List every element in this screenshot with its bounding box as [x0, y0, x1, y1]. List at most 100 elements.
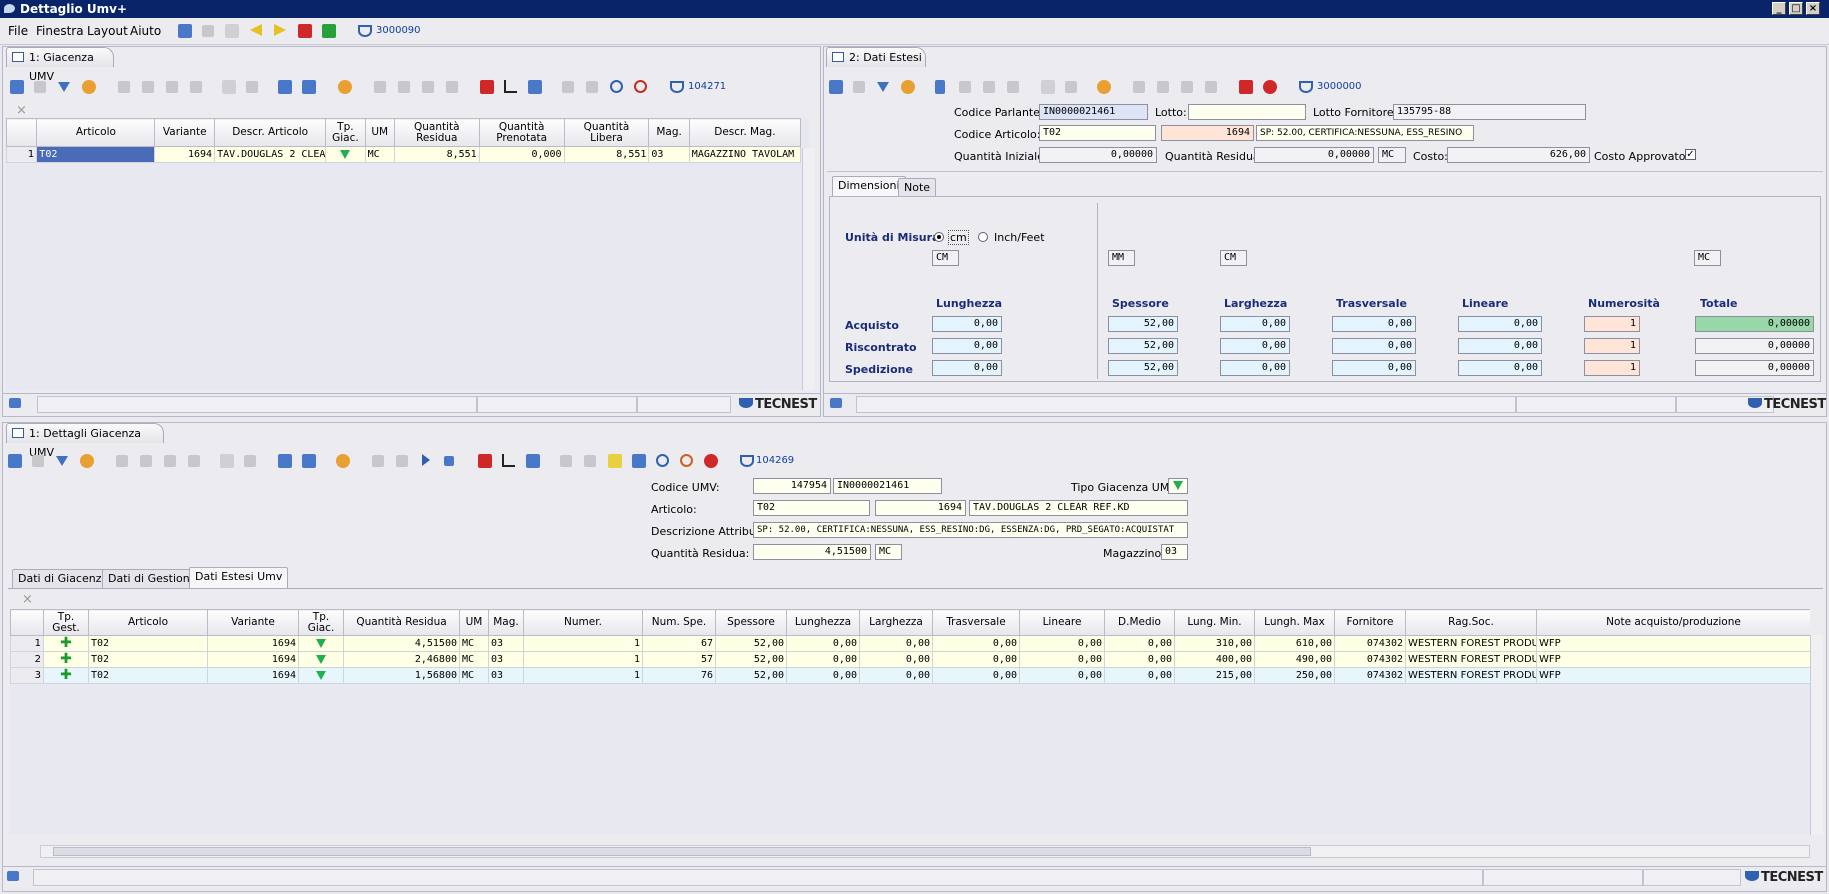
cell-trasversale[interactable]: 0,00 — [932, 635, 1020, 652]
cell-quantita-residua[interactable]: 4,51500 — [343, 635, 460, 652]
exit-icon[interactable] — [178, 24, 192, 38]
unit-totale-field[interactable]: MC — [1694, 250, 1721, 266]
cell-lungh-max[interactable]: 490,00 — [1254, 651, 1335, 668]
col-header-descr-mag[interactable]: Descr. Mag. — [688, 118, 802, 147]
col-header-d-medio[interactable]: D.Medio — [1104, 609, 1175, 636]
quantita-residua-field[interactable]: 4,51500 — [753, 544, 871, 560]
cell-variante[interactable]: 1694 — [154, 146, 216, 163]
quantita-residua-field[interactable]: 0,00000 — [1254, 147, 1374, 163]
spedizione-numerosita[interactable]: 1 — [1584, 360, 1640, 376]
col-header-num-spe[interactable]: Num. Spe. — [642, 609, 716, 636]
exit-icon[interactable] — [829, 80, 843, 94]
unit-lunghezza-field[interactable]: CM — [932, 250, 959, 266]
cell-quantita-libera[interactable]: 8,551 — [563, 146, 650, 163]
col-header-lung-min[interactable]: Lung. Min. — [1174, 609, 1255, 636]
refresh-icon[interactable] — [82, 80, 96, 94]
attributi-field[interactable]: SP: 52.00, CERTIFICA:NESSUNA, ESS_RESINO — [1256, 125, 1474, 141]
back-arrow-icon[interactable] — [250, 24, 262, 36]
col-header-spessore[interactable]: Spessore — [715, 609, 787, 636]
cell-larghezza[interactable]: 0,00 — [859, 651, 933, 668]
scrollbar-thumb[interactable] — [53, 847, 1311, 856]
cell-rag-soc[interactable]: WESTERN FOREST PRODU — [1405, 651, 1537, 668]
cell-mag[interactable]: 03 — [488, 667, 524, 684]
col-header-tp-giac[interactable]: Tp. Giac. — [325, 118, 366, 147]
col-header-tp-gest[interactable]: Tp. Gest. — [43, 609, 89, 636]
cell-lineare[interactable]: 0,00 — [1019, 667, 1105, 684]
pane1-vertical-scrollbar[interactable] — [802, 148, 815, 390]
cell-um[interactable]: MC — [459, 651, 489, 668]
cell-um[interactable]: MC — [459, 667, 489, 684]
col-header-um[interactable]: UM — [364, 118, 395, 147]
acquisto-larghezza[interactable]: 0,00 — [1220, 316, 1290, 332]
codice-articolo-field[interactable]: T02 — [1039, 125, 1156, 141]
cell-larghezza[interactable]: 0,00 — [859, 667, 933, 684]
cell-tp-giac[interactable] — [298, 651, 344, 668]
cell-lung-min[interactable]: 400,00 — [1174, 651, 1255, 668]
codice-umv-field[interactable]: 147954 — [753, 478, 831, 494]
next-record-icon[interactable] — [422, 454, 430, 466]
monitor-icon[interactable] — [830, 398, 842, 408]
sort-icon[interactable] — [1097, 80, 1111, 94]
cell-spessore[interactable]: 52,00 — [715, 667, 787, 684]
col-header-fornitore[interactable]: Fornitore — [1334, 609, 1406, 636]
unit-larghezza-field[interactable]: CM — [1220, 250, 1247, 266]
edit-icon[interactable] — [935, 80, 945, 94]
cell-um[interactable]: MC — [364, 146, 395, 163]
refresh-icon[interactable] — [901, 80, 915, 94]
cell-quantita-residua[interactable]: 8,551 — [393, 146, 480, 163]
riscontrato-numerosita[interactable]: 1 — [1584, 338, 1640, 354]
um-field[interactable]: MC — [1378, 147, 1406, 163]
minimize-button[interactable]: _ — [1772, 2, 1786, 15]
um-field[interactable]: MC — [875, 544, 902, 560]
cell-lineare[interactable]: 0,00 — [1019, 651, 1105, 668]
clear-filter-icon[interactable]: × — [16, 103, 27, 118]
cell-articolo[interactable]: T02 — [36, 146, 156, 163]
search-icon[interactable] — [656, 454, 669, 467]
heart-icon[interactable] — [1239, 80, 1253, 94]
col-header-um[interactable]: UM — [459, 609, 489, 636]
col-header-rag-soc[interactable]: Rag.Soc. — [1405, 609, 1537, 636]
cell-quantita-residua[interactable]: 2,46800 — [343, 651, 460, 668]
search-advanced-icon[interactable] — [634, 80, 647, 93]
duplicate-icon[interactable] — [1041, 80, 1055, 94]
spedizione-trasversale[interactable]: 0,00 — [1332, 360, 1416, 376]
cell-fornitore[interactable]: 074302 — [1334, 651, 1406, 668]
cell-variante[interactable]: 1694 — [207, 635, 299, 652]
cell-tp-giac[interactable] — [298, 667, 344, 684]
magazzino-field[interactable]: 03 — [1161, 544, 1188, 560]
filter-icon[interactable] — [56, 456, 68, 466]
col-header-note[interactable]: Note acquisto/produzione — [1536, 609, 1810, 636]
radio-inch-feet[interactable] — [978, 232, 988, 242]
cycle-icon[interactable] — [680, 454, 693, 467]
cell-articolo[interactable]: T02 — [88, 667, 208, 684]
acquisto-spessore[interactable]: 52,00 — [1108, 316, 1178, 332]
col-header-articolo[interactable]: Articolo — [36, 118, 156, 147]
acquisto-totale[interactable]: 0,00000 — [1695, 316, 1814, 332]
articolo-field[interactable]: T02 — [753, 500, 870, 516]
col-header-descr-articolo[interactable]: Descr. Articolo — [214, 118, 327, 147]
subtab-dimensioni[interactable]: Dimensioni — [832, 176, 906, 197]
subtab-dati-di-gestione[interactable]: Dati di Gestione — [102, 569, 203, 588]
variante-field[interactable]: 1694 — [1161, 125, 1254, 141]
col-header-tp-giac[interactable]: Tp. Giac. — [298, 609, 344, 636]
menu-aiuto[interactable]: Aiuto — [130, 24, 161, 38]
cell-numer[interactable]: 1 — [523, 635, 643, 652]
cell-quantita-prenotata[interactable]: 0,000 — [478, 146, 565, 163]
cell-spessore[interactable]: 52,00 — [715, 651, 787, 668]
monitor-icon[interactable] — [7, 871, 19, 881]
cell-note[interactable]: WFP — [1536, 635, 1810, 652]
cell-um[interactable]: MC — [459, 635, 489, 652]
col-header-quantita-prenotata[interactable]: Quantità Prenotata — [478, 118, 565, 147]
acquisto-trasversale[interactable]: 0,00 — [1332, 316, 1416, 332]
cell-trasversale[interactable]: 0,00 — [932, 667, 1020, 684]
cell-fornitore[interactable]: 074302 — [1334, 667, 1406, 684]
variante-field[interactable]: 1694 — [875, 500, 966, 516]
duplicate-icon[interactable] — [220, 454, 234, 468]
lotto-field[interactable] — [1188, 104, 1306, 120]
cell-d-medio[interactable]: 0,00 — [1104, 635, 1175, 652]
cell-variante[interactable]: 1694 — [207, 667, 299, 684]
axis-icon[interactable] — [504, 80, 517, 93]
structure-icon[interactable] — [632, 454, 646, 468]
tab-giacenza-umv[interactable]: 1: Giacenza UMV — [6, 47, 114, 83]
print-icon[interactable] — [302, 80, 316, 94]
